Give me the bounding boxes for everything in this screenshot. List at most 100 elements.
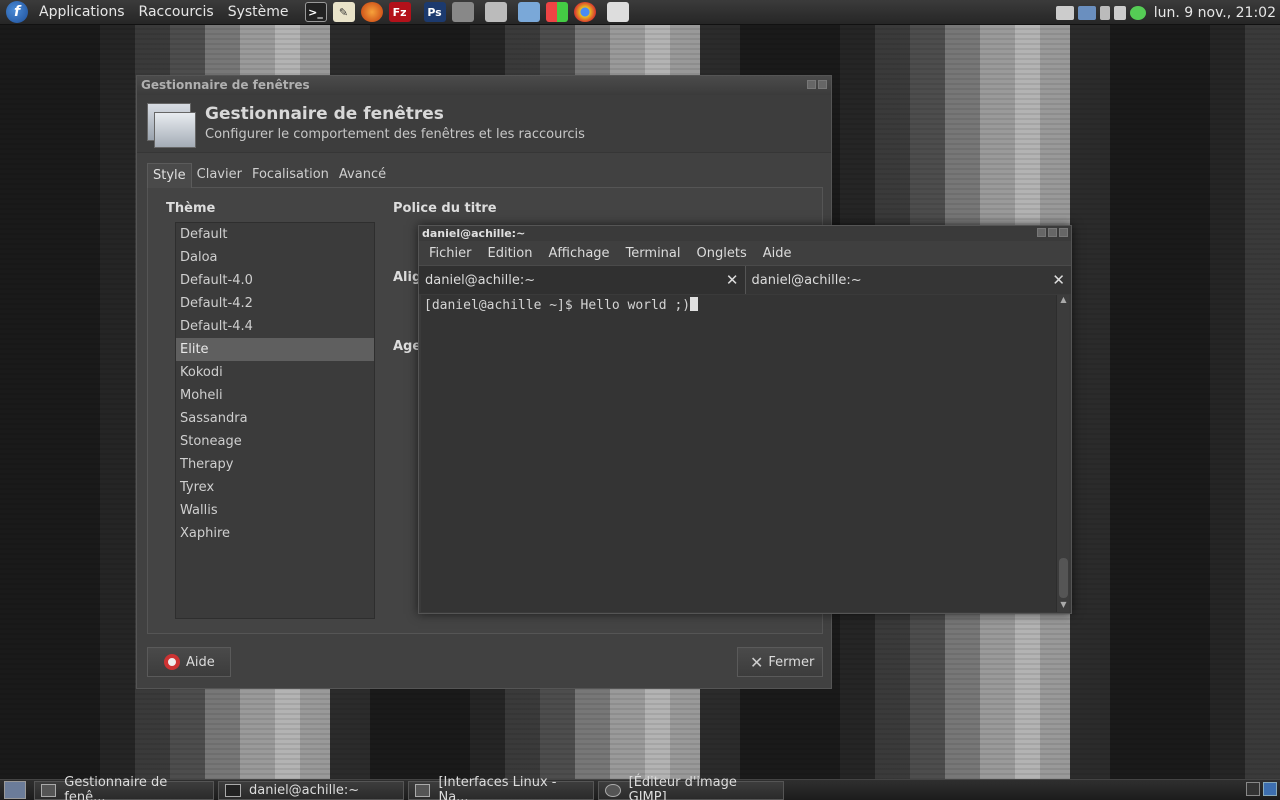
menu-aide[interactable]: Aide [755,246,800,261]
screenshot-launcher-icon[interactable] [451,2,474,22]
tab-style[interactable]: Style [147,163,192,188]
close-tab-icon[interactable]: ✕ [726,271,739,289]
theme-item[interactable]: Sassandra [176,407,374,430]
theme-item[interactable]: Default-4.0 [176,269,374,292]
menu-applications[interactable]: Applications [32,4,132,20]
minimize-button[interactable] [807,80,816,89]
theme-item-selected[interactable]: Elite [176,338,374,361]
photoshop-launcher-icon[interactable]: Ps [423,2,446,22]
wm-title: Gestionnaire de fenêtres [141,78,310,92]
mail-icon[interactable] [1055,5,1074,20]
switch-user-launcher-icon[interactable] [606,2,629,22]
tab-focalisation[interactable]: Focalisation [247,163,334,188]
network-icon[interactable] [1077,5,1096,20]
terminal-tab-2[interactable]: daniel@achille:~ ✕ [746,266,1072,294]
theme-item[interactable]: Default [176,223,374,246]
close-icon: ✕ [750,652,764,672]
maximize-button[interactable] [1048,228,1057,237]
launcher-bar: >_ ✎ Fz Ps [302,2,632,22]
terminal-window: daniel@achille:~ Fichier Edition Afficha… [418,225,1072,614]
terminal-tab-1[interactable]: daniel@achille:~ ✕ [419,266,746,294]
menu-onglets[interactable]: Onglets [689,246,755,261]
theme-item[interactable]: Tyrex [176,476,374,499]
taskbar-item-window-manager[interactable]: Gestionnaire de fenê... [34,775,214,800]
windows-settings-icon [147,103,196,148]
help-button-label: Aide [186,654,215,670]
terminal-titlebar[interactable]: daniel@achille:~ [419,226,1071,241]
terminal-menubar: Fichier Edition Affichage Terminal Ongle… [419,241,1071,265]
lifebuoy-icon [164,654,180,670]
theme-item[interactable]: Daloa [176,246,374,269]
menu-systeme[interactable]: Système [221,4,296,20]
volume-icon[interactable] [1099,5,1110,20]
layout-label: Age [393,339,422,354]
header-subtitle: Configurer le comportement des fenêtres … [205,127,585,142]
taskbar-item-terminal[interactable]: daniel@achille:~ [218,780,404,800]
wm-header: Gestionnaire de fenêtres Configurer le c… [137,95,831,153]
scroll-up-icon[interactable]: ▲ [1057,295,1070,307]
bottom-panel: Gestionnaire de fenê... daniel@achille:~… [0,775,1280,800]
close-button[interactable] [1059,228,1068,237]
window-icon [41,783,57,797]
clock[interactable]: lun. 9 nov., 21:02 [1148,5,1280,21]
maximize-button[interactable] [818,80,827,89]
terminal-scrollbar[interactable]: ▲ ▼ [1056,295,1069,612]
close-tab-icon[interactable]: ✕ [1052,271,1065,289]
theme-item[interactable]: Moheli [176,384,374,407]
menu-affichage[interactable]: Affichage [540,246,617,261]
terminal-icon [225,783,241,797]
terminal-launcher-icon[interactable]: >_ [304,2,327,22]
menu-edition[interactable]: Edition [480,246,541,261]
minimize-button[interactable] [1037,228,1046,237]
chrome-launcher-icon[interactable] [573,2,596,22]
show-desktop-icon[interactable] [4,781,26,799]
taskbar-item-gimp[interactable]: [Éditeur d'image GIMP] [598,775,784,800]
theme-item[interactable]: Default-4.2 [176,292,374,315]
theme-item[interactable]: Kokodi [176,361,374,384]
speaker-launcher-icon[interactable] [484,2,507,22]
gimp-icon [605,783,621,797]
terminal-title: daniel@achille:~ [422,227,526,240]
top-panel: f Applications Raccourcis Système >_ ✎ F… [0,0,1280,25]
title-font-label: Police du titre [393,201,497,216]
text-editor-launcher-icon[interactable]: ✎ [332,2,355,22]
theme-item[interactable]: Wallis [176,499,374,522]
theme-item[interactable]: Xaphire [176,522,374,545]
workspace-switcher [1246,782,1280,796]
firefox-launcher-icon[interactable] [360,2,383,22]
document-icon [415,783,431,797]
task-label: [Interfaces Linux - Na... [438,775,557,800]
wm-titlebar[interactable]: Gestionnaire de fenêtres [137,76,831,95]
tab-bar: Style Clavier Focalisation Avancé [147,163,391,188]
workspace-2[interactable] [1263,782,1277,796]
menu-terminal[interactable]: Terminal [618,246,689,261]
terminal-tab-bar: daniel@achille:~ ✕ daniel@achille:~ ✕ [419,265,1071,294]
scrollbar-thumb[interactable] [1059,558,1068,598]
theme-item[interactable]: Default-4.4 [176,315,374,338]
filezilla-launcher-icon[interactable]: Fz [388,2,411,22]
menu-fichier[interactable]: Fichier [421,246,480,261]
close-button-label: Fermer [768,654,815,670]
workspace-1[interactable] [1246,782,1260,796]
terminal-tab-label: daniel@achille:~ [751,272,862,288]
battery-icon[interactable] [1113,5,1126,20]
help-button[interactable]: Aide [147,647,231,677]
theme-item[interactable]: Therapy [176,453,374,476]
system-tray: lun. 9 nov., 21:02 [1054,0,1280,25]
tab-clavier[interactable]: Clavier [192,163,247,188]
update-icon[interactable] [1129,5,1146,20]
scroll-down-icon[interactable]: ▼ [1057,600,1070,612]
fedora-icon[interactable]: f [6,1,28,23]
task-label: [Éditeur d'image GIMP] [628,775,737,800]
text-cursor [690,297,699,311]
tab-avance[interactable]: Avancé [334,163,391,188]
close-button[interactable]: ✕ Fermer [737,647,823,677]
terminal-output[interactable]: [daniel@achille ~]$ Hello world ;) [421,295,1057,612]
taskbar-item-browser[interactable]: [Interfaces Linux - Na... [408,775,594,800]
virtualbox-launcher-icon[interactable] [517,2,540,22]
theme-label: Thème [166,201,216,216]
theme-item[interactable]: Stoneage [176,430,374,453]
theme-list[interactable]: Default Daloa Default-4.0 Default-4.2 De… [175,222,375,619]
menu-raccourcis[interactable]: Raccourcis [132,4,221,20]
windows-launcher-icon[interactable] [545,2,568,22]
